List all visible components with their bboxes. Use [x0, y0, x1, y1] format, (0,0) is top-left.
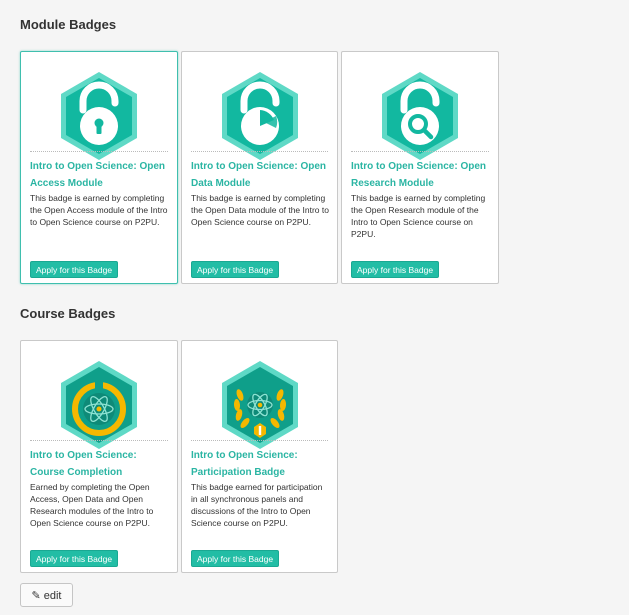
course-badges-heading: Course Badges	[20, 306, 116, 321]
apply-badge-button[interactable]: Apply for this Badge	[351, 261, 440, 278]
edit-label: edit	[43, 590, 62, 602]
badge-title[interactable]: Intro to Open Science: Participation Bad…	[191, 447, 331, 481]
badge-card-course-completion[interactable]: Intro to Open Science: Course Completion…	[20, 340, 178, 573]
badge-description: This badge is earned by completing the O…	[30, 193, 168, 227]
badge-description: This badge earned for participation in a…	[191, 482, 323, 528]
badge-card-open-research[interactable]: Intro to Open Science: Open Research Mod…	[341, 51, 499, 284]
apply-badge-button[interactable]: Apply for this Badge	[191, 261, 280, 278]
course-completion-atom-icon	[61, 361, 137, 449]
card-divider	[191, 440, 328, 441]
participation-laurel-atom-icon	[222, 361, 298, 449]
badge-title[interactable]: Intro to Open Science: Open Research Mod…	[351, 158, 492, 192]
open-research-lock-icon	[382, 72, 458, 160]
card-divider	[191, 151, 328, 152]
badge-description: Earned by completing the Open Access, Op…	[30, 482, 154, 528]
open-access-lock-icon	[61, 72, 137, 160]
badge-card-open-data[interactable]: Intro to Open Science: Open Data Module …	[181, 51, 338, 284]
edit-icon: ✎	[31, 590, 41, 602]
badge-card-open-access[interactable]: Intro to Open Science: Open Access Modul…	[20, 51, 178, 284]
badge-description: This badge is earned by completing the O…	[191, 193, 329, 227]
apply-badge-button[interactable]: Apply for this Badge	[30, 550, 119, 567]
badge-title[interactable]: Intro to Open Science: Open Data Module	[191, 158, 331, 192]
edit-button[interactable]: ✎ edit	[20, 583, 73, 607]
badge-title[interactable]: Intro to Open Science: Course Completion	[30, 447, 171, 481]
badge-title[interactable]: Intro to Open Science: Open Access Modul…	[30, 158, 171, 192]
badge-card-participation[interactable]: Intro to Open Science: Participation Bad…	[181, 340, 338, 573]
module-badges-heading: Module Badges	[20, 17, 117, 32]
card-divider	[30, 151, 168, 152]
card-divider	[351, 151, 489, 152]
open-data-lock-icon	[222, 72, 298, 160]
apply-badge-button[interactable]: Apply for this Badge	[191, 550, 280, 567]
card-divider	[30, 440, 168, 441]
apply-badge-button[interactable]: Apply for this Badge	[30, 261, 119, 278]
badge-description: This badge is earned by completing the O…	[351, 193, 486, 239]
